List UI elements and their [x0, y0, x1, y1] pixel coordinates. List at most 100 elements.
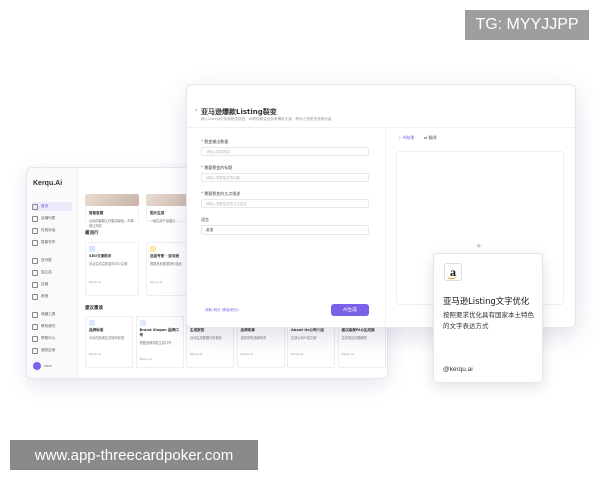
- menu-icon: [32, 239, 38, 246]
- sidebar-item-label: 在线对话: [41, 228, 56, 232]
- doc-icon: [89, 246, 95, 252]
- card-title: 生成报告: [190, 328, 205, 332]
- feature-overlay-card[interactable]: a 亚马逊Listing文字优化 按照要求优化具有国家本土特色的文字表达方式 @…: [433, 253, 543, 383]
- card-title: 建议高频FAQ生成器: [341, 328, 375, 332]
- card-desc: 生成公司介绍文案: [291, 336, 317, 340]
- avatar: [33, 362, 41, 370]
- tool-card[interactable]: Brand Slogan 品牌口号根据品牌调性生成口号 Kerqu.ai: [135, 316, 184, 368]
- card-image: [85, 194, 139, 206]
- card-desc: 生成常见问题解答: [341, 336, 368, 340]
- menu-icon: [32, 323, 38, 330]
- card-meta: Kerqu.ai: [89, 352, 102, 356]
- menu-icon: [32, 347, 38, 354]
- cost-text: 消耗 积分 (剩余积分): [205, 308, 239, 312]
- sidebar-item[interactable]: 社媒: [32, 280, 72, 289]
- sidebar-item-label: 我的应用: [41, 348, 56, 352]
- language-select[interactable]: 英语 ⌄: [201, 225, 369, 235]
- card-meta: Kerqu.ai: [89, 280, 102, 284]
- title-input[interactable]: 请输入需要裂变的标题: [201, 173, 369, 182]
- field-label: 需要裂变的标题: [201, 165, 232, 171]
- star-icon: [150, 246, 156, 252]
- sidebar-item-label: 智能写作: [41, 240, 56, 244]
- user-name: User: [44, 364, 52, 368]
- tab-label: AI结果: [402, 135, 415, 140]
- sidebar-item[interactable]: 独立站: [32, 268, 72, 277]
- card-desc: 让你的客服工作更加轻松，不再错过商机: [89, 219, 134, 228]
- tool-icon: [89, 320, 95, 326]
- card-title: 亚马逊Listing文字优化: [443, 296, 530, 306]
- menu-icon: [32, 311, 38, 318]
- sidebar-item[interactable]: 帮助中心: [32, 334, 72, 343]
- sidebar-item-label: 其他: [41, 294, 49, 298]
- watermark-top: TG: MYYJJPP: [465, 10, 589, 40]
- card-desc: 根据品牌调性生成口号: [139, 341, 172, 345]
- card-title: SEO文案助手: [89, 254, 112, 258]
- tab-translate[interactable]: ⇄ 翻译: [424, 135, 437, 141]
- generate-button[interactable]: AI生成: [331, 304, 369, 316]
- sidebar-item[interactable]: 其他: [32, 292, 72, 301]
- card-handle: @kerqu.ai: [443, 366, 473, 373]
- tab-label: 翻译: [428, 135, 437, 140]
- sidebar-item-label: 亚马逊: [41, 258, 52, 262]
- card-desc: 自动生成高质量的SEO文案: [89, 262, 128, 266]
- sidebar-item[interactable]: 首页: [32, 202, 72, 211]
- user-profile[interactable]: User: [33, 362, 52, 370]
- page-subtitle: 输入Listing内容和相关描述，AI帮你裂变出多条爆款文案，帮你占领更多搜索流…: [201, 117, 332, 121]
- bullets-input[interactable]: 请输入需要裂变的五点描述: [201, 199, 369, 208]
- tool-card[interactable]: 品牌标语为你的品牌生成独特标语 Kerqu.ai: [85, 316, 133, 368]
- sidebar: Kerqu.Ai 首页店铺列表在线对话智能写作亚马逊独立站社媒其他收藏工具联系我…: [27, 168, 78, 378]
- card-meta: Kerqu.ai: [139, 357, 152, 361]
- sidebar-item-label: 店铺列表: [41, 216, 56, 220]
- language-value: 英语: [206, 227, 214, 232]
- menu-icon: [32, 269, 38, 276]
- sidebar-item-label: 联系我们: [41, 324, 56, 328]
- watermark-bottom: www.app-threecardpoker.com: [10, 440, 258, 470]
- menu-icon: [32, 227, 38, 234]
- page-title: 亚马逊爆款Listing裂变: [201, 108, 277, 116]
- sidebar-item[interactable]: 联系我们: [32, 322, 72, 331]
- card-desc: 自动生成数据分析报告: [190, 336, 222, 340]
- menu-icon: [32, 335, 38, 342]
- menu-icon: [32, 215, 38, 222]
- chevron-down-icon: ⌄: [360, 228, 364, 232]
- card-meta: Kerqu.ai: [291, 352, 304, 356]
- tool-icon: [139, 320, 146, 326]
- app-logo: Kerqu.Ai: [33, 180, 63, 187]
- menu-icon: [32, 257, 38, 264]
- card-description: 按照要求优化具有国家本土特色的文字表达方式: [443, 311, 534, 330]
- count-input[interactable]: 请输入裂变数量: [201, 147, 369, 156]
- back-chevron-icon[interactable]: ‹: [195, 107, 197, 114]
- tab-ai-result[interactable]: ✧ AI结果: [398, 135, 415, 141]
- feature-card[interactable]: 智能客服 让你的客服工作更加轻松，不再错过商机: [85, 206, 139, 228]
- card-title: 品牌标语: [89, 328, 104, 332]
- card-title: 智能客服: [89, 211, 104, 215]
- menu-icon: [32, 281, 38, 288]
- field-label: 裂变输出数量: [201, 139, 228, 145]
- language-label: 语言: [201, 217, 209, 222]
- sidebar-item-label: 独立站: [41, 270, 52, 274]
- card-title: 品牌故事: [240, 328, 255, 332]
- sidebar-item[interactable]: 收藏工具: [32, 310, 72, 319]
- card-desc: 讲述你的品牌故事: [240, 336, 267, 340]
- sidebar-item[interactable]: 我的应用: [32, 346, 72, 355]
- sidebar-item-label: 帮助中心: [41, 336, 56, 340]
- sidebar-item[interactable]: 亚马逊: [32, 256, 72, 265]
- card-meta: Kerqu.ai: [240, 352, 253, 356]
- sidebar-item-label: 首页: [41, 204, 49, 208]
- menu-icon: [32, 203, 38, 210]
- section-popular: 最流行: [85, 231, 99, 236]
- card-meta: Kerqu.ai: [190, 352, 203, 356]
- sidebar-item[interactable]: 店铺列表: [32, 214, 72, 223]
- menu-icon: [32, 293, 38, 300]
- card-title: About Us公司介绍: [291, 328, 324, 332]
- field-label: 需要裂变的五点描述: [201, 191, 240, 197]
- card-meta: Kerqu.ai: [341, 352, 354, 356]
- tool-card[interactable]: SEO文案助手 自动生成高质量的SEO文案 Kerqu.ai: [85, 242, 139, 296]
- card-desc: 为你的品牌生成独特标语: [89, 336, 125, 340]
- card-title: Brand Slogan 品牌口号: [139, 328, 179, 337]
- sidebar-item[interactable]: 智能写作: [32, 238, 72, 247]
- section-recommend: 建议重读: [85, 306, 103, 311]
- sidebar-item[interactable]: 在线对话: [32, 226, 72, 235]
- sidebar-item-label: 社媒: [41, 282, 49, 286]
- sparkle-icon: ✦: [475, 242, 483, 252]
